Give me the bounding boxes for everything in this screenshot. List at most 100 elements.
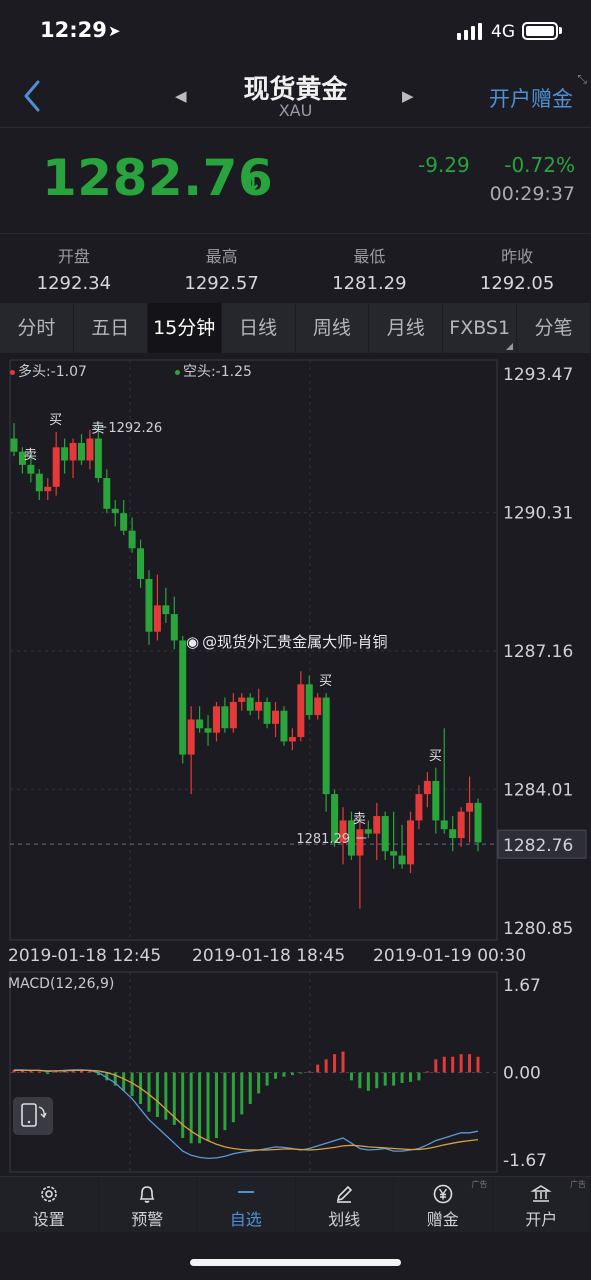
network-type: 4G bbox=[491, 22, 515, 42]
candle-body bbox=[77, 442, 85, 461]
candle-body bbox=[390, 851, 398, 856]
candle-body bbox=[221, 706, 229, 729]
tab-daily[interactable]: 日线 bbox=[222, 303, 296, 353]
gear-icon bbox=[40, 1186, 57, 1202]
current-price-label: 1282.76 bbox=[503, 836, 573, 856]
legend-short-text: 空头:-1.25 bbox=[182, 364, 252, 380]
stat-label: 开盘 bbox=[57, 247, 90, 266]
candle-body bbox=[52, 447, 60, 487]
status-time: 12:29 bbox=[40, 18, 107, 42]
high-price-label: 1292.26 bbox=[108, 421, 162, 436]
candle-body bbox=[314, 697, 322, 716]
x-tick-label: 2019-01-18 18:45 bbox=[192, 946, 345, 966]
stat-label: 最高 bbox=[205, 247, 238, 266]
bell-icon bbox=[139, 1186, 155, 1203]
toolbar-draw[interactable]: 划线 bbox=[296, 1177, 394, 1232]
candle-body bbox=[322, 697, 330, 795]
candle-body bbox=[415, 794, 423, 821]
ad-tag: 广告 bbox=[570, 1180, 586, 1189]
macd-dea-line bbox=[14, 1069, 479, 1151]
y-tick-label: 1290.31 bbox=[503, 504, 573, 524]
tab-monthly[interactable]: 月线 bbox=[369, 303, 444, 353]
status-bar: 12:29 ➤ 4G bbox=[0, 0, 591, 62]
tab-fxbs1[interactable]: FXBS1 bbox=[443, 303, 518, 353]
candle-body bbox=[432, 780, 440, 821]
stat-prev-close: 昨收 1292.05 bbox=[443, 235, 591, 303]
stat-open: 开盘 1292.34 bbox=[0, 235, 148, 303]
weibo-icon: ◉ bbox=[186, 633, 200, 651]
y-tick-label: 1280.85 bbox=[503, 919, 573, 939]
stat-label: 最低 bbox=[353, 247, 386, 266]
macd-y-tick-label: 1.67 bbox=[503, 976, 541, 996]
macd-chart[interactable]: 1.67 0.00 -1.67 bbox=[0, 968, 591, 1176]
candle-body bbox=[272, 710, 280, 724]
toolbar-alert[interactable]: 预警 bbox=[99, 1177, 197, 1232]
toolbar-label: 预警 bbox=[131, 1210, 164, 1229]
candle-body bbox=[373, 816, 381, 834]
stat-value: 1292.05 bbox=[479, 273, 555, 294]
candle-body bbox=[10, 438, 18, 452]
candle-body bbox=[440, 820, 448, 830]
legend-long-text: 多头:-1.07 bbox=[18, 364, 87, 380]
candle-body bbox=[35, 473, 43, 492]
candle-body bbox=[305, 684, 313, 716]
stat-value: 1292.57 bbox=[184, 273, 259, 294]
tab-ticks[interactable]: 分笔 bbox=[517, 303, 591, 353]
battery-icon bbox=[522, 22, 558, 40]
toolbar-label: 赠金 bbox=[426, 1210, 459, 1229]
toolbar-bonus[interactable]: 广告 赠金 bbox=[394, 1177, 493, 1232]
tab-five-day[interactable]: 五日 bbox=[74, 303, 148, 353]
candle-body bbox=[364, 829, 372, 834]
macd-y-tick-label: -1.67 bbox=[503, 1151, 547, 1171]
chart-legend: 多头:-1.07 空头:-1.25 bbox=[10, 361, 252, 381]
candle-body bbox=[280, 710, 288, 742]
candle-body bbox=[86, 438, 94, 461]
candle-body bbox=[457, 811, 465, 839]
y-tick-label: 1284.01 bbox=[503, 780, 573, 800]
legend-short: 空头:-1.25 bbox=[174, 361, 252, 381]
candle-body bbox=[297, 684, 305, 738]
bottom-toolbar: 设置 预警 自选 划线 广告 赠金 广告 开户 bbox=[0, 1176, 591, 1232]
price-change: -9.29 bbox=[418, 153, 470, 177]
rotate-icon bbox=[21, 1103, 47, 1127]
candle-body bbox=[128, 530, 136, 549]
candle-body bbox=[255, 701, 263, 711]
next-symbol-icon[interactable]: ▶ bbox=[402, 87, 414, 105]
stat-high: 最高 1292.57 bbox=[148, 235, 296, 303]
stat-value: 1281.29 bbox=[332, 273, 407, 294]
toolbar-watchlist[interactable]: 自选 bbox=[197, 1177, 296, 1232]
open-account-button[interactable]: 开户赠金 bbox=[489, 83, 573, 113]
macd-label: MACD(12,26,9) bbox=[8, 976, 115, 992]
candle-body bbox=[111, 508, 119, 514]
rotate-screen-button[interactable] bbox=[13, 1097, 53, 1135]
tab-weekly[interactable]: 周线 bbox=[296, 303, 370, 353]
toolbar-label: 开户 bbox=[525, 1210, 558, 1229]
candle-body bbox=[196, 719, 204, 729]
nav-header: ◀ 现货黄金 XAU ▶ 开户赠金 ⤡ bbox=[0, 62, 591, 128]
toolbar-open-account[interactable]: 广告 开户 bbox=[493, 1177, 591, 1232]
candle-body bbox=[212, 706, 220, 733]
low-price-label: 1281.29 bbox=[296, 832, 350, 847]
tab-timeshare[interactable]: 分时 bbox=[0, 303, 74, 353]
candle-body bbox=[153, 605, 161, 632]
candle-body bbox=[246, 697, 254, 711]
candle-body bbox=[69, 442, 77, 461]
watermark-text: @现货外汇贵金属大师-肖铜 bbox=[202, 633, 388, 651]
current-price: 1282.76 bbox=[42, 149, 274, 207]
buy-signal-label: 买 bbox=[319, 674, 332, 689]
candle-body bbox=[229, 701, 237, 729]
candlestick-chart[interactable]: 1293.47 1290.31 1287.16 1284.01 1280.85 1282.… bbox=[0, 356, 591, 968]
tab-15min[interactable]: 15分钟 bbox=[147, 303, 222, 353]
stat-label: 昨收 bbox=[501, 247, 534, 266]
stat-low: 最低 1281.29 bbox=[296, 235, 444, 303]
quote-panel: 1282.76 ↓ -9.29 -0.72% 00:29:37 bbox=[0, 129, 591, 234]
candle-body bbox=[137, 548, 145, 580]
toolbar-settings[interactable]: 设置 bbox=[0, 1177, 99, 1232]
macd-y-tick-label: 0.00 bbox=[503, 1064, 541, 1084]
macd-dif-line bbox=[14, 1069, 479, 1160]
candle-body bbox=[61, 447, 69, 461]
candle-body bbox=[466, 802, 474, 812]
candle-body bbox=[288, 737, 296, 742]
candle-body bbox=[449, 829, 457, 839]
bank-icon bbox=[530, 1185, 552, 1202]
